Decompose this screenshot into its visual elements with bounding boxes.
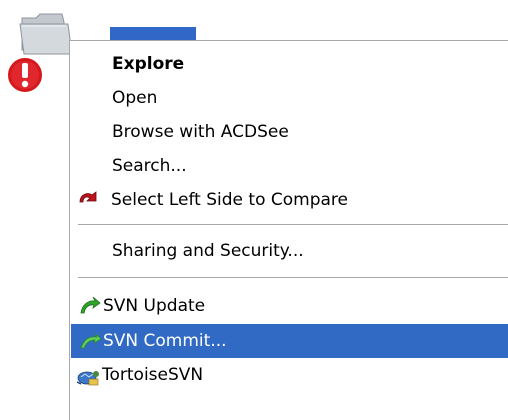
menu-item-label: Sharing and Security... (112, 241, 304, 261)
menu-separator (78, 277, 508, 279)
menu-item-label: Select Left Side to Compare (111, 190, 348, 210)
menu-item-svn-commit[interactable]: SVN Commit... (71, 324, 508, 358)
menu-item-label: Explore (112, 54, 185, 74)
tortoisesvn-icon (75, 364, 99, 386)
menu-item-sharing-security[interactable]: Sharing and Security... (71, 234, 508, 268)
menu-item-label: SVN Update (103, 296, 206, 316)
menu-item-label: Search... (112, 156, 187, 176)
menu-item-browse-acdsee[interactable]: Browse with ACDSee (71, 115, 508, 149)
menu-item-label: TortoiseSVN (102, 365, 204, 385)
svn-update-icon (78, 295, 102, 317)
menu-item-open[interactable]: Open (71, 81, 508, 115)
menu-item-search[interactable]: Search... (71, 149, 508, 183)
menu-separator (78, 224, 508, 226)
menu-item-label: Browse with ACDSee (112, 122, 289, 142)
menu-item-label: SVN Commit... (103, 331, 227, 351)
menu-item-svn-update[interactable]: SVN Update (71, 289, 508, 323)
menu-item-tortoisesvn[interactable]: TortoiseSVN (71, 358, 508, 392)
menu-item-explore[interactable]: Explore (71, 47, 508, 81)
menu-item-label: Open (112, 88, 158, 108)
conflict-overlay-icon (5, 55, 45, 95)
compare-icon (78, 189, 102, 211)
menu-item-select-left-compare[interactable]: Select Left Side to Compare (71, 183, 508, 217)
context-menu: Explore Open Browse with ACDSee Search..… (69, 40, 508, 420)
svn-commit-icon (78, 330, 102, 352)
